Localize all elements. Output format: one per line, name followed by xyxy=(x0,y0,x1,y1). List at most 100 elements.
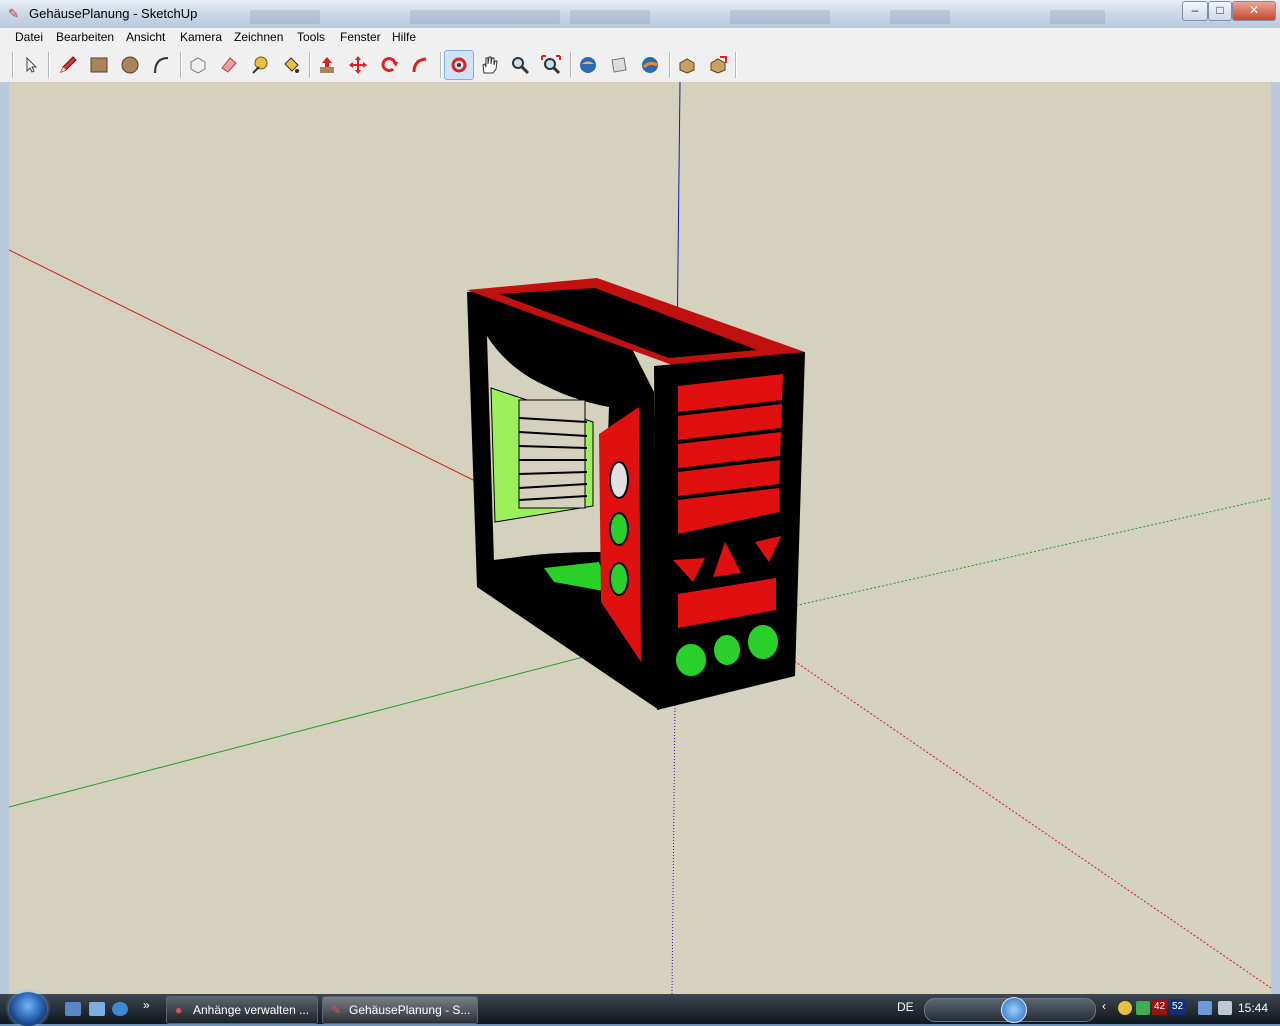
pencil-icon xyxy=(60,56,77,73)
task-anhaenge[interactable]: ● Anhänge verwalten ... xyxy=(166,996,318,1024)
task-label: Anhänge verwalten ... xyxy=(193,1003,310,1017)
blue-axis-negative xyxy=(671,701,676,994)
menu-fenster[interactable]: Fenster xyxy=(340,30,381,44)
move-arrows-icon xyxy=(349,56,367,74)
scene-canvas xyxy=(9,82,1271,994)
toolbar-grip xyxy=(12,52,14,78)
arrow-cursor-icon xyxy=(26,56,38,73)
google-earth-button[interactable] xyxy=(636,51,664,79)
tray-app-icon[interactable] xyxy=(1118,1001,1132,1015)
toolbar xyxy=(0,48,1280,83)
rectangle-tool-button[interactable] xyxy=(85,51,113,79)
pc-case-model[interactable] xyxy=(467,278,805,710)
internet-explorer-icon[interactable] xyxy=(112,1002,128,1016)
toolbar-separator xyxy=(669,52,671,78)
menu-ansicht[interactable]: Ansicht xyxy=(126,30,165,44)
network-icon[interactable] xyxy=(1198,1001,1212,1015)
share-component-icon xyxy=(710,56,727,74)
follow-me-tool-button[interactable] xyxy=(406,51,434,79)
rotate-tool-button[interactable] xyxy=(375,51,403,79)
circle-icon xyxy=(121,56,139,74)
warehouse-icon xyxy=(580,57,596,73)
components-button[interactable] xyxy=(673,51,701,79)
component-cube-icon xyxy=(190,57,206,74)
share-model-icon xyxy=(611,57,627,73)
get-models-button[interactable] xyxy=(574,51,602,79)
task-sketchup[interactable]: ✎ GehäusePlanung - S... xyxy=(322,996,478,1024)
title-bar: ✎ GehäusePlanung - SketchUp – □ ✕ xyxy=(0,0,1280,29)
rectangle-icon xyxy=(90,57,108,73)
window-frame-right xyxy=(1271,82,1280,994)
push-pull-icon xyxy=(320,57,334,73)
glass-ghost-tab xyxy=(570,10,650,24)
start-button[interactable] xyxy=(9,992,47,1026)
quicklaunch-overflow-icon[interactable]: » xyxy=(143,998,150,1012)
magnifier-icon xyxy=(512,57,530,75)
follow-me-icon xyxy=(412,57,427,73)
orbit-tool-button[interactable] xyxy=(444,50,474,80)
rotate-icon xyxy=(381,57,398,72)
volume-icon[interactable] xyxy=(1218,1001,1232,1015)
zoom-extents-tool-button[interactable] xyxy=(537,51,565,79)
green-axis xyxy=(9,631,680,808)
menu-bearbeiten[interactable]: Bearbeiten xyxy=(56,30,114,44)
tape-measure-tool-button[interactable] xyxy=(246,51,274,79)
close-button[interactable]: ✕ xyxy=(1232,1,1276,21)
toolbar-separator xyxy=(735,52,737,78)
toolbar-separator xyxy=(180,52,182,78)
minimize-button[interactable]: – xyxy=(1182,1,1208,21)
menu-datei[interactable]: Datei xyxy=(15,30,43,44)
menu-kamera[interactable]: Kamera xyxy=(180,30,222,44)
task-label: GehäusePlanung - S... xyxy=(349,1003,471,1017)
sketchup-app-icon: ✎ xyxy=(8,6,19,21)
taskbar: » ● Anhänge verwalten ... ✎ GehäusePlanung… xyxy=(0,992,1280,1026)
hand-icon xyxy=(482,56,498,74)
show-desktop-icon[interactable] xyxy=(65,1002,81,1016)
pause-icon[interactable] xyxy=(1001,997,1027,1023)
components-box-icon xyxy=(679,58,695,74)
menu-bar: Datei Bearbeiten Ansicht Kamera Zeichnen… xyxy=(0,28,1280,49)
window-frame-left xyxy=(0,82,9,994)
push-pull-tool-button[interactable] xyxy=(313,51,341,79)
eraser-icon xyxy=(221,57,237,73)
share-model-button[interactable] xyxy=(605,51,633,79)
share-component-button[interactable] xyxy=(704,51,732,79)
eraser-tool-button[interactable] xyxy=(215,51,243,79)
toolbar-separator xyxy=(309,52,311,78)
opera-icon: ● xyxy=(175,1003,183,1017)
orbit-icon xyxy=(451,57,467,73)
menu-zeichnen[interactable]: Zeichnen xyxy=(234,30,283,44)
make-component-tool-button[interactable] xyxy=(184,51,212,79)
select-tool-button[interactable] xyxy=(16,51,44,79)
menu-tools[interactable]: Tools xyxy=(297,30,325,44)
sketchup-icon: ✎ xyxy=(331,1003,342,1017)
paint-bucket-tool-button[interactable] xyxy=(277,51,305,79)
toolbar-separator xyxy=(440,52,442,78)
maximize-button[interactable]: □ xyxy=(1208,1,1232,21)
tray-expand-icon[interactable]: ‹ xyxy=(1102,999,1106,1013)
globe-icon xyxy=(642,57,658,73)
pan-tool-button[interactable] xyxy=(475,51,503,79)
zoom-tool-button[interactable] xyxy=(506,51,534,79)
media-player-toolbar[interactable] xyxy=(924,997,1096,1023)
circle-tool-button[interactable] xyxy=(116,51,144,79)
arc-tool-button[interactable] xyxy=(147,51,175,79)
pencil-tool-button[interactable] xyxy=(54,51,82,79)
menu-hilfe[interactable]: Hilfe xyxy=(392,30,416,44)
move-tool-button[interactable] xyxy=(344,51,372,79)
arc-icon xyxy=(154,57,169,74)
switch-windows-icon[interactable] xyxy=(89,1002,105,1016)
paint-bucket-icon xyxy=(284,57,299,73)
glass-ghost-tab xyxy=(890,10,950,24)
glass-ghost-tab xyxy=(410,10,560,24)
toolbar-separator xyxy=(570,52,572,78)
cpu-counter-2: 52 xyxy=(1170,999,1186,1015)
clock[interactable]: 15:44 xyxy=(1238,1001,1268,1015)
glass-ghost-tab xyxy=(250,10,320,24)
tape-measure-icon xyxy=(252,56,268,74)
messenger-icon[interactable] xyxy=(1136,1001,1150,1015)
3d-viewport[interactable] xyxy=(9,82,1271,994)
language-indicator[interactable]: DE xyxy=(897,1000,914,1014)
glass-ghost-tab xyxy=(1050,10,1105,24)
zoom-extents-icon xyxy=(541,55,561,75)
